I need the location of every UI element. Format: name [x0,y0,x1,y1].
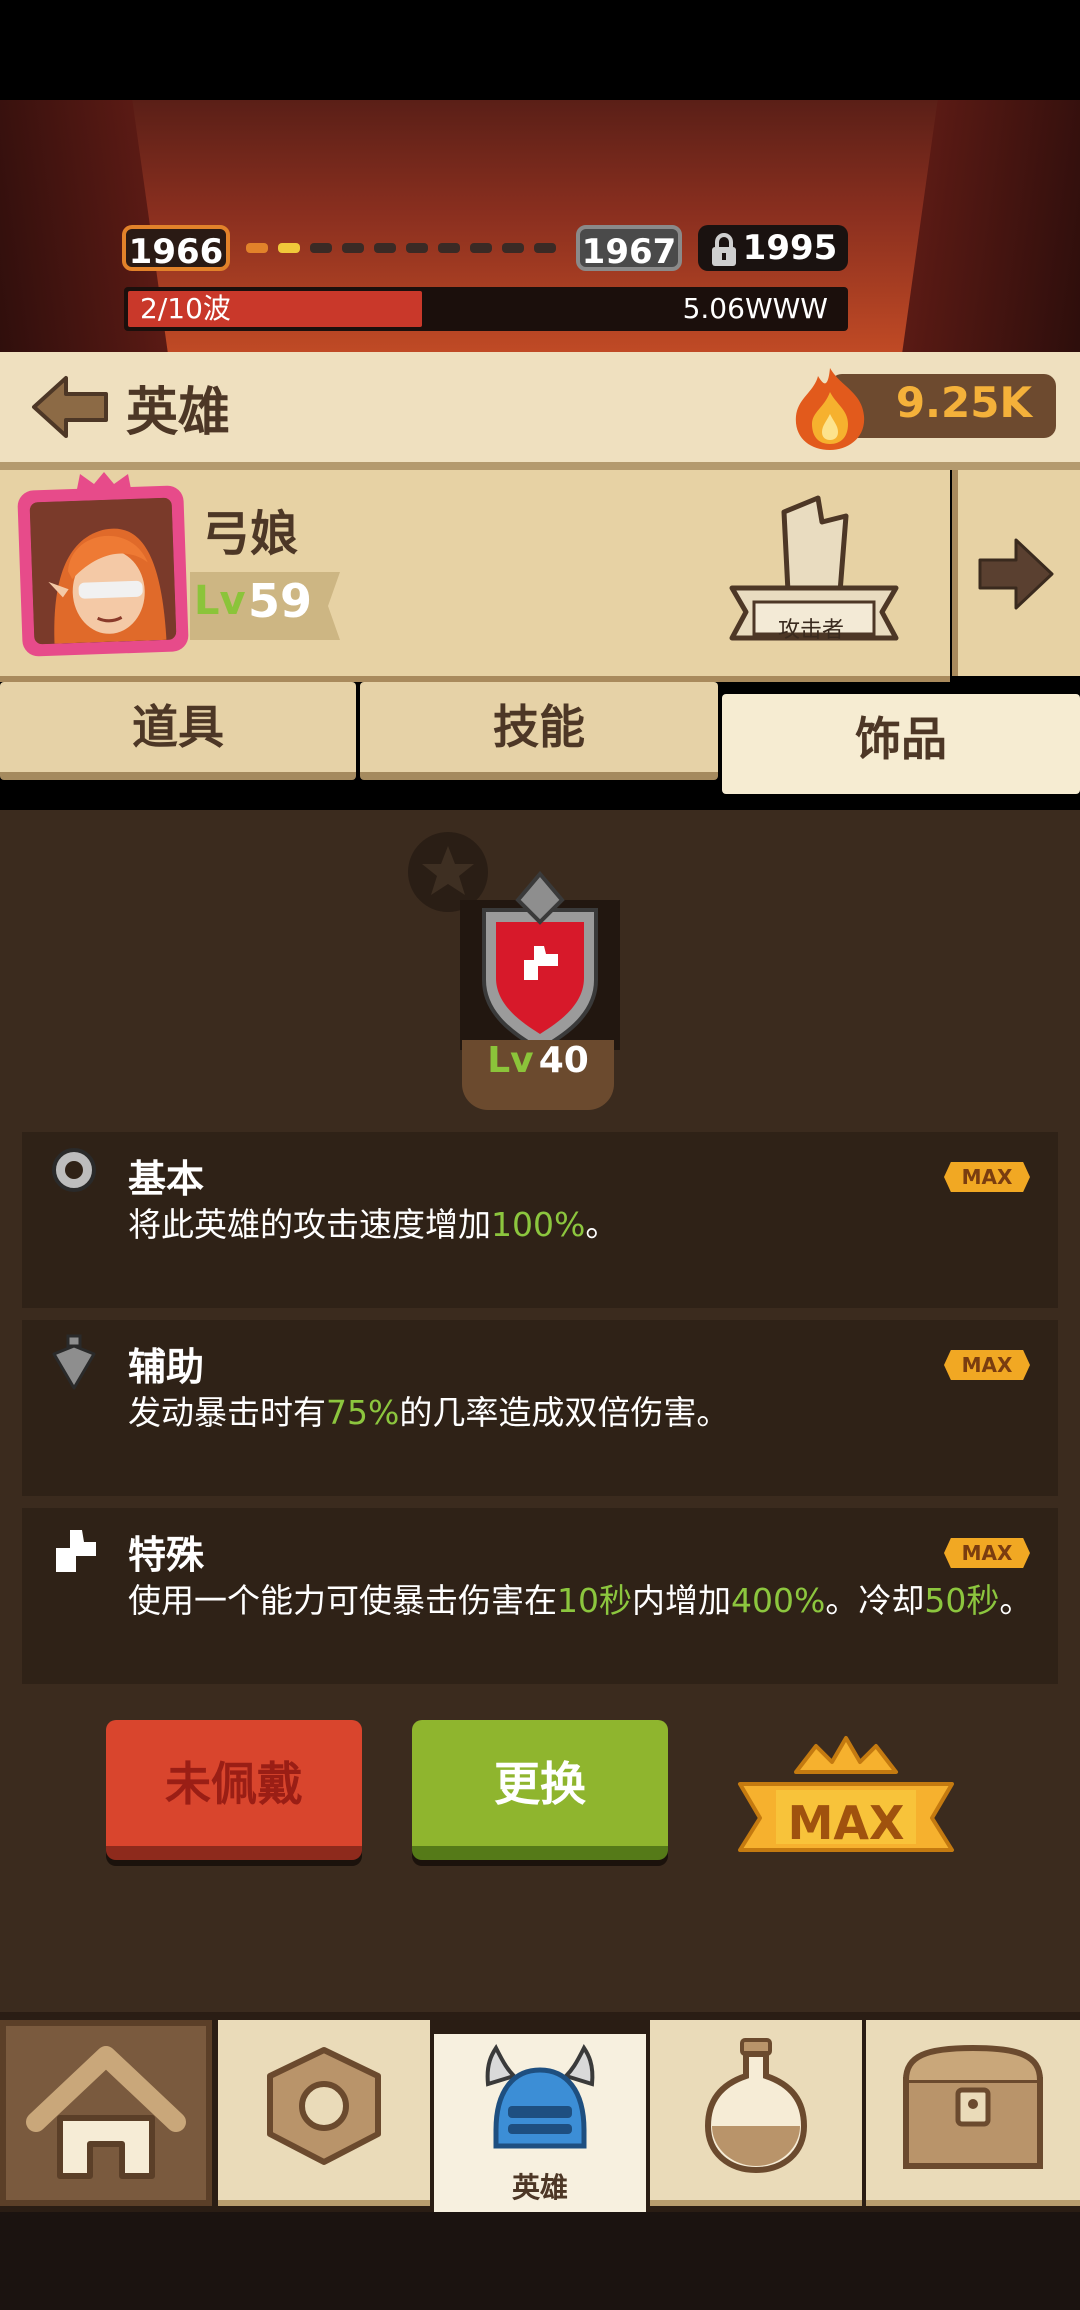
stat-desc-text: 。 [999,1581,1033,1620]
progress-dot [310,243,332,253]
stage-progress-dots [246,243,566,257]
max-badge: MAX [944,1162,1030,1192]
bottom-strip [0,2212,1080,2310]
stat-desc-text: 发动暴击时有 [128,1393,326,1432]
ring-icon [52,1148,96,1192]
special-boot-icon [56,1530,96,1572]
stat-desc-text: 使用一个能力可使暴击伤害在 [128,1581,557,1620]
stat-title-support: 辅助 [128,1345,205,1389]
next-hero-panel[interactable] [952,470,1080,676]
tab-skills[interactable]: 技能 [360,682,718,780]
hero-portrait-image [29,497,177,645]
page-header: 英雄 9.25K [0,352,1080,470]
treasure-chest-icon [903,2044,1043,2169]
locked-stage-box: 1995 [698,225,848,271]
gem-amount: 9.25K [895,378,1032,427]
stat-value: 400% [731,1581,826,1620]
next-stage-box: 1967 [576,225,682,272]
locked-stage-number: 1995 [742,228,838,268]
stat-value: 50秒 [924,1581,1000,1620]
progress-dot [342,243,364,253]
stat-desc-text: 内增加 [632,1581,731,1620]
progress-dot [534,243,556,253]
progress-dot [438,243,460,253]
damage-text: 5.06WWW [682,292,828,325]
max-badge: MAX [944,1538,1030,1568]
nav-chest[interactable] [866,2020,1080,2206]
hero-name: 弓娘 [202,506,299,562]
next-arrow-icon[interactable] [974,532,1058,616]
wave-progress-bar: 2/10波 5.06WWW [124,287,848,331]
hex-nut-icon [267,2047,381,2165]
nav-home[interactable] [0,2020,212,2206]
crown-icon [76,472,132,494]
stat-value: 75% [326,1393,400,1432]
item-level: 40 [538,1040,589,1081]
progress-dot [470,243,492,253]
stat-desc-text: 的几率造成双倍伤害。 [399,1393,730,1432]
lock-icon [711,232,736,266]
gem-pendant-icon [52,1334,96,1390]
nav-hero[interactable]: 英雄 [434,2034,646,2220]
stat-desc-support: 发动暴击时有75%的几率造成双倍伤害。 [128,1386,729,1434]
progress-dot [246,243,268,253]
back-arrow-icon[interactable] [30,374,110,440]
next-stage-number: 1967 [581,232,677,272]
progress-dot [278,243,300,253]
stat-value: 10秒 [557,1581,632,1620]
stat-title-basic: 基本 [128,1157,205,1201]
unequipped-button[interactable]: 未佩戴 [106,1720,362,1860]
nav-hero-label: 英雄 [511,2171,568,2204]
nav-potions[interactable] [650,2020,862,2206]
archer-girl-avatar [29,497,177,645]
max-level-text: MAX [787,1796,905,1850]
hero-portrait[interactable] [17,485,189,657]
stat-desc-text: 。 [585,1205,619,1244]
stat-title-special: 特殊 [128,1533,205,1577]
hero-level-prefix: Lv [194,578,246,624]
stat-desc-text: 将此英雄的攻击速度增加 [128,1205,491,1244]
hero-level-tag: Lv 59 [190,572,340,640]
replace-button[interactable]: 更换 [412,1720,668,1860]
hero-class-label: 攻击者 [777,618,844,643]
progress-dot [406,243,428,253]
item-level-prefix: Lv [487,1040,534,1081]
page-title: 英雄 [126,383,231,443]
item-level-tag: Lv 40 [462,1040,614,1110]
hero-level: 59 [248,574,313,628]
stat-desc-special: 使用一个能力可使暴击伤害在10秒内增加400%。冷却50秒。 [128,1574,1032,1622]
home-icon [26,2046,186,2179]
stat-desc-text: 。冷却 [825,1581,925,1620]
helmet-icon [485,2044,595,2149]
wave-progress-text: 2/10波 [140,292,231,325]
stat-desc-basic: 将此英雄的攻击速度增加100%。 [128,1198,618,1246]
current-stage-box: 1966 [122,225,230,272]
potion-icon [704,2038,808,2174]
progress-dot [374,243,396,253]
current-stage-number: 1966 [128,232,224,272]
stat-value: 100% [491,1205,586,1244]
tab-items[interactable]: 道具 [0,682,356,780]
fire-gem-icon [795,368,865,450]
progress-dot [502,243,524,253]
max-badge: MAX [944,1350,1030,1380]
max-level-badge: MAX [736,1732,956,1862]
nav-upgrades[interactable] [218,2020,430,2206]
tab-accessories[interactable]: 饰品 [722,694,1080,794]
curtain-right [902,100,1080,352]
